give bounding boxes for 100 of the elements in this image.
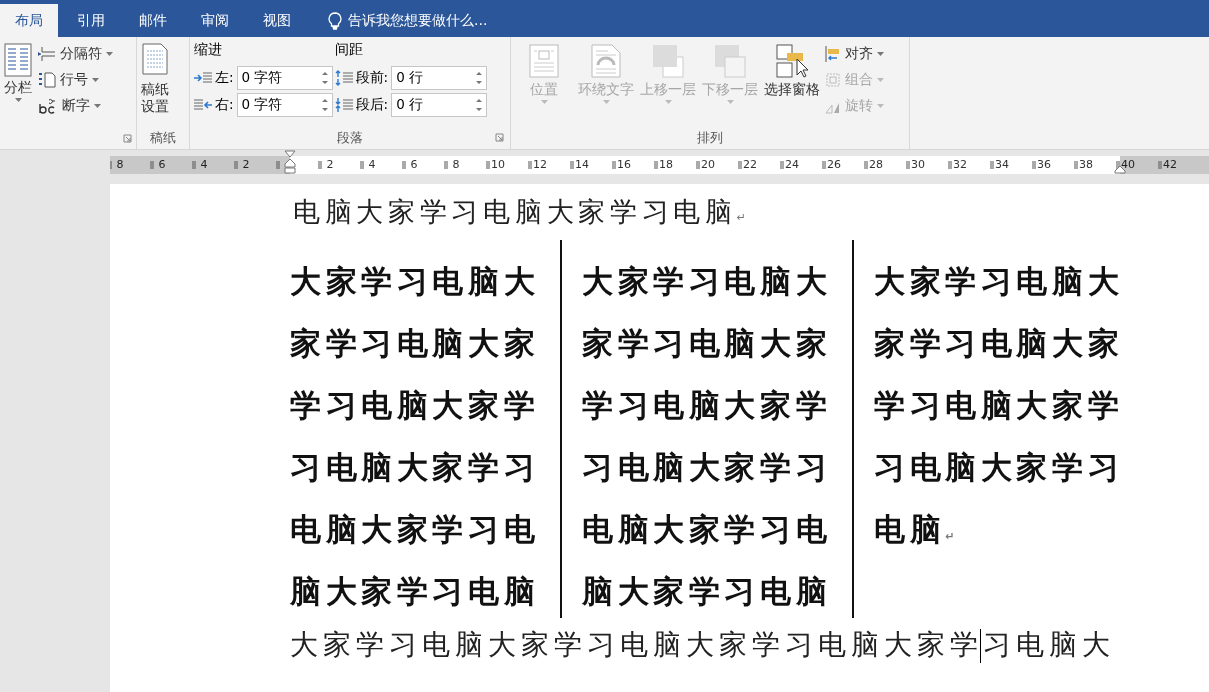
ruler-number: 28 [869, 158, 883, 171]
field-label: 段后: [355, 96, 389, 114]
column-text-line: 学习电脑大家学 [874, 386, 1125, 425]
spin-arrows-icon [321, 97, 328, 113]
indent-left-icon [194, 72, 212, 84]
ruler-number: 42 [1163, 158, 1177, 171]
ruler-number: 2 [242, 158, 250, 171]
spin-arrows-icon [476, 97, 483, 113]
caret-icon [877, 78, 884, 82]
tell-me-placeholder: 告诉我您想要做什么... [348, 11, 488, 30]
caret-icon [602, 100, 610, 104]
ruler-number: 40 [1121, 158, 1135, 171]
ruler-number: 8 [452, 158, 460, 171]
group-label: 段落 [337, 129, 363, 147]
field-label: 左: [215, 69, 234, 87]
column-text-line: 学习电脑大家学 [290, 386, 541, 425]
field-label: 右: [215, 96, 234, 114]
ribbon-tab[interactable]: 视图 [248, 4, 306, 37]
ruler-number: 4 [200, 158, 208, 171]
ruler-number: 6 [410, 158, 418, 171]
ruler-number: 16 [617, 158, 631, 171]
ruler-number: 34 [995, 158, 1009, 171]
caret-icon [664, 100, 672, 104]
spin-arrows-icon [476, 70, 483, 86]
arrange-button[interactable]: 选择窗格 [763, 43, 821, 127]
column-text-line: 家学习电脑大家 [582, 324, 833, 363]
ruler-number: 2 [326, 158, 334, 171]
selection-pane-icon [775, 43, 809, 79]
ruler-number: 6 [158, 158, 166, 171]
spin-field[interactable]: 0 行 [391, 93, 488, 117]
caret-icon [94, 104, 101, 108]
page-break-icon [38, 46, 56, 62]
tell-me-field[interactable]: 告诉我您想要做什么... [320, 4, 496, 37]
column-text-line: 电脑大家学习电 [290, 510, 541, 549]
document-grid-icon [142, 43, 168, 75]
position-icon [528, 43, 560, 79]
group-label: 排列 [697, 129, 723, 147]
ribbon-tab[interactable]: 邮件 [124, 4, 182, 37]
ruler-number: 4 [368, 158, 376, 171]
caret-icon [726, 100, 734, 104]
ribbon-small-button[interactable]: 断字 [38, 95, 113, 117]
ruler-number: 26 [827, 158, 841, 171]
hyphenation-icon [38, 98, 58, 114]
ruler-number: 30 [911, 158, 925, 171]
group-label: 稿纸 [150, 129, 176, 147]
column-text-line: 大家学习电脑大 [582, 262, 833, 301]
spacing-heading: 间距 [334, 41, 364, 59]
send-backward-icon [713, 43, 747, 79]
caret-icon [877, 52, 884, 56]
column-text-line: 大家学习电脑大 [874, 262, 1125, 301]
spacing-before-icon [334, 70, 353, 86]
column-text-line: 习电脑大家学习 [290, 448, 541, 487]
column-text-line: 脑大家学习电脑 [582, 572, 833, 611]
arrange-small-button[interactable]: 对齐 [825, 43, 884, 65]
ribbon-tab[interactable]: 布局 [0, 4, 58, 37]
manuscript-settings-button[interactable]: 稿纸 设置 [141, 43, 169, 127]
ribbon-small-button[interactable]: 分隔符 [38, 43, 113, 65]
caret-icon [106, 52, 113, 56]
ribbon-tab[interactable]: 审阅 [186, 4, 244, 37]
field-label: 段前: [355, 69, 389, 87]
spacing-after-icon [334, 97, 353, 113]
line-numbers-icon [38, 72, 56, 88]
dialog-launcher-icon[interactable] [495, 133, 504, 142]
ruler-number: 36 [1037, 158, 1051, 171]
spin-arrows-icon [321, 70, 328, 86]
ruler-number: 22 [743, 158, 757, 171]
ruler-number: 18 [659, 158, 673, 171]
wrap-text-icon [590, 43, 622, 79]
ruler-number: 14 [575, 158, 589, 171]
body-text-line: 电脑大家学习电脑大家学习电脑↵ [292, 195, 748, 229]
caret-icon [14, 98, 22, 102]
column-text-line: 家学习电脑大家 [290, 324, 541, 363]
indent-right-icon [194, 99, 212, 111]
spin-field[interactable]: 0 字符 [236, 93, 333, 117]
indent-heading: 缩进 [194, 41, 223, 59]
dialog-launcher-icon[interactable] [123, 133, 132, 143]
ruler-number: 38 [1079, 158, 1093, 171]
caret-icon [92, 78, 99, 82]
column-text-line: 大家学习电脑大 [290, 262, 541, 301]
indent-marker-icon[interactable] [284, 150, 296, 174]
bring-forward-icon [651, 43, 685, 79]
ruler-number: 10 [491, 158, 505, 171]
body-text-line: 大家学习电脑大家学习电脑大家学习电脑大家学 习电脑大 [290, 627, 1116, 664]
ruler-number: 12 [533, 158, 547, 171]
caret-icon [540, 100, 548, 104]
column-text-line: 家学习电脑大家 [874, 324, 1125, 363]
ruler-number: 8 [116, 158, 124, 171]
ribbon-tab[interactable]: 引用 [62, 4, 120, 37]
group-objects-icon [825, 72, 841, 88]
ruler-number: 24 [785, 158, 799, 171]
columns-button[interactable]: 分栏 [4, 43, 32, 127]
lightbulb-icon [328, 11, 342, 30]
column-text-line: 习电脑大家学习 [874, 448, 1125, 487]
spin-field[interactable]: 0 行 [391, 66, 488, 90]
column-text-line: 电脑↵ [874, 510, 956, 549]
column-text-line: 学习电脑大家学 [582, 386, 833, 425]
ribbon-small-button[interactable]: 行号 [38, 69, 113, 91]
column-text-line: 电脑大家学习电 [582, 510, 833, 549]
ruler-number: 32 [953, 158, 967, 171]
spin-field[interactable]: 0 字符 [236, 66, 333, 90]
